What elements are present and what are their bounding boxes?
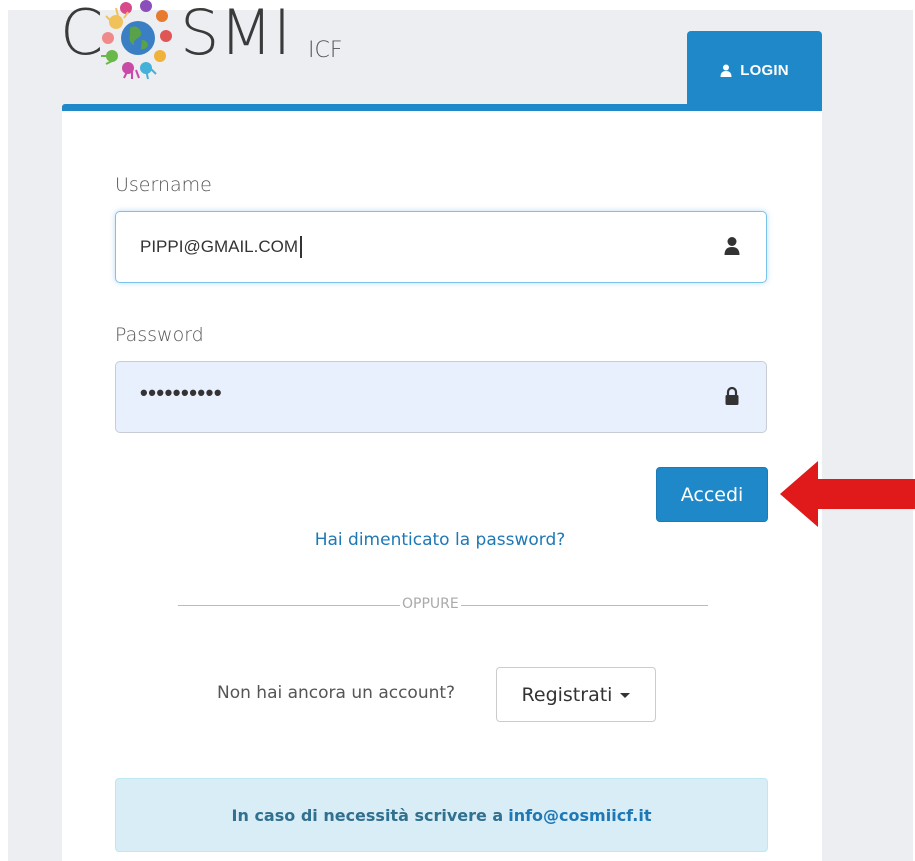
red-arrow-annotation (780, 461, 915, 527)
text-cursor (300, 236, 302, 258)
contact-email-link[interactable]: info@cosmiicf.it (508, 806, 651, 825)
registrati-dropdown-button[interactable]: Registrati (496, 667, 656, 722)
lock-icon (725, 386, 739, 405)
tab-login-label: LOGIN (740, 61, 789, 79)
card-top-accent-bar (62, 104, 822, 111)
username-label: Username (115, 174, 212, 196)
contact-info-alert: In caso di necessità scrivere a info@cos… (115, 778, 768, 852)
logo-letters-smi: SMI (180, 0, 292, 69)
tab-login[interactable]: LOGIN (687, 31, 822, 109)
user-icon (720, 64, 732, 77)
password-value: •••••••••• (140, 380, 223, 405)
register-prompt: Non hai ancora un account? (217, 683, 456, 703)
accedi-button[interactable]: Accedi (656, 467, 768, 522)
username-input[interactable]: PIPPI@GMAIL.COM (115, 211, 767, 283)
password-label: Password (115, 324, 204, 346)
forgot-password-link-container: Hai dimenticato la password? (0, 530, 880, 550)
contact-info-text: In caso di necessità scrivere a (231, 805, 504, 825)
forgot-password-link[interactable]: Hai dimenticato la password? (315, 530, 566, 550)
user-icon (724, 237, 740, 255)
username-value: PIPPI@GMAIL.COM (140, 237, 299, 256)
chevron-down-icon (620, 693, 631, 698)
page: C SMI ICF LOGIN Username PIPPI@GMAIL.COM… (0, 0, 915, 861)
registrati-label: Registrati (521, 683, 613, 706)
divider-label: OPPURE (400, 596, 461, 612)
password-input[interactable]: •••••••••• (115, 361, 767, 433)
logo-suffix-icf: ICF (308, 38, 343, 63)
cosmi-icf-logo: C SMI ICF (58, 0, 378, 82)
globe-hands-logo-icon (101, 0, 172, 80)
